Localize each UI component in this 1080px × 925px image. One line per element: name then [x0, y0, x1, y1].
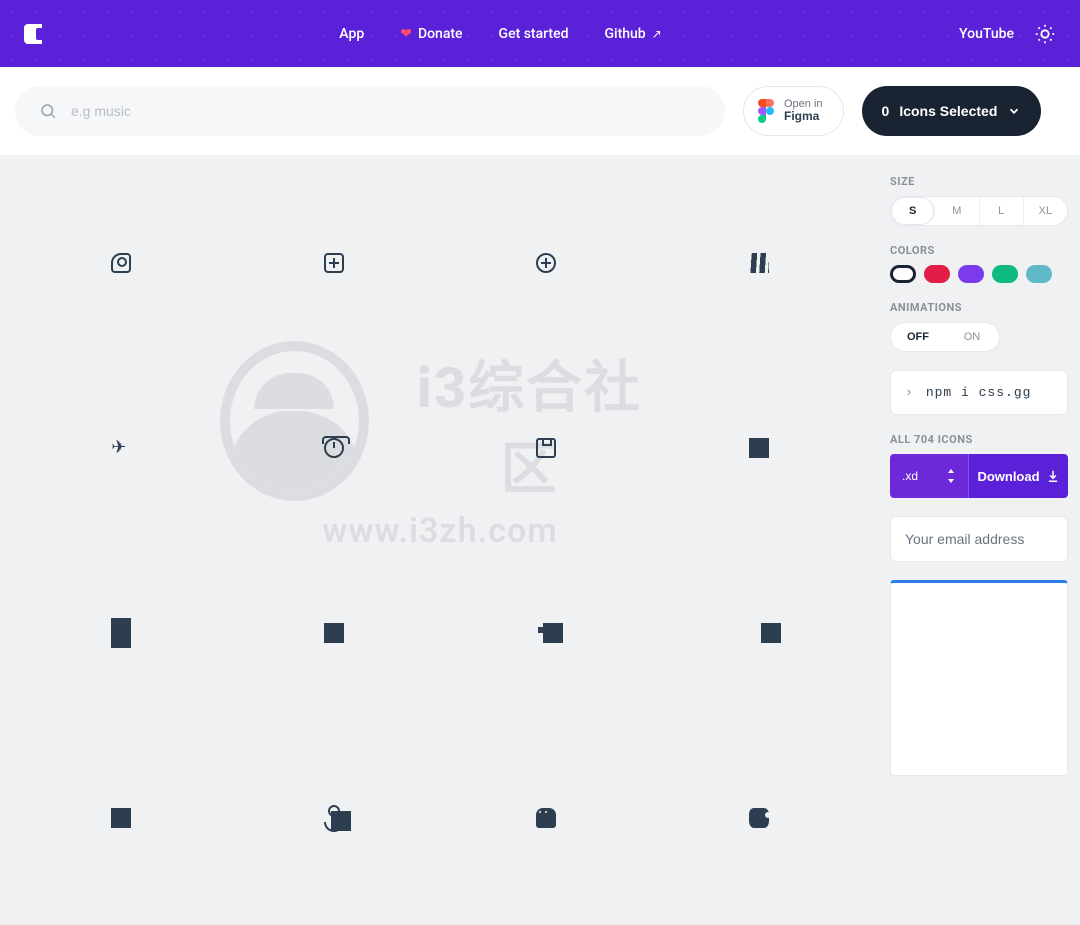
embed-panel[interactable]	[890, 580, 1068, 776]
nav-get-started[interactable]: Get started	[499, 26, 569, 42]
align-center-icon	[111, 623, 131, 643]
size-l[interactable]: L	[980, 197, 1024, 225]
nav-donate[interactable]: ❤Donate	[400, 26, 462, 42]
icon-add[interactable]	[228, 170, 441, 355]
color-green[interactable]	[992, 265, 1018, 283]
color-purple[interactable]	[958, 265, 984, 283]
color-default[interactable]	[890, 265, 916, 283]
logo-icon[interactable]	[24, 24, 42, 44]
email-input[interactable]	[890, 516, 1068, 562]
abstract-icon	[111, 253, 131, 273]
align-middle-icon	[543, 623, 563, 643]
open-in-figma-button[interactable]: Open in Figma	[743, 86, 844, 136]
nav-app[interactable]: App	[339, 26, 364, 42]
add-icon	[324, 253, 344, 273]
main-nav: App ❤Donate Get started Github↗	[339, 26, 661, 42]
size-selector: S M L XL	[890, 196, 1068, 226]
airplane-icon	[111, 438, 131, 458]
sort-icon	[946, 469, 956, 483]
icon-android[interactable]	[440, 725, 653, 910]
color-red[interactable]	[924, 265, 950, 283]
right-nav: YouTube	[959, 23, 1056, 45]
anim-on[interactable]: ON	[945, 323, 999, 351]
adidas-icon	[749, 253, 769, 273]
icon-align-right[interactable]	[653, 540, 866, 725]
selected-label: Icons Selected	[899, 103, 997, 119]
album-icon	[536, 438, 556, 458]
search-wrap[interactable]	[15, 86, 725, 136]
icon-add-r[interactable]	[440, 170, 653, 355]
search-input[interactable]	[71, 103, 701, 119]
anim-off[interactable]: OFF	[891, 323, 945, 351]
icon-abstract[interactable]	[15, 170, 228, 355]
add-r-icon	[536, 253, 556, 273]
selected-count: 0	[882, 103, 890, 119]
icon-adidas[interactable]	[653, 170, 866, 355]
nav-github[interactable]: Github↗	[604, 26, 661, 42]
size-xl[interactable]: XL	[1024, 197, 1067, 225]
npm-text: npm i css.gg	[926, 385, 1032, 400]
download-row: .xd Download	[890, 454, 1068, 498]
colors-label: COLORS	[890, 244, 1068, 257]
format-select[interactable]: .xd	[890, 454, 968, 498]
animations-label: ANIMATIONS	[890, 301, 1068, 314]
download-button[interactable]: Download	[968, 454, 1068, 498]
animation-toggle: OFF ON	[890, 322, 1000, 352]
icon-apple[interactable]	[653, 725, 866, 910]
theme-toggle-icon[interactable]	[1034, 23, 1056, 45]
icons-selected-button[interactable]: 0 Icons Selected	[862, 86, 1042, 136]
icon-airplane[interactable]	[15, 355, 228, 540]
apple-icon	[749, 808, 769, 828]
figma-icon	[758, 99, 774, 123]
alarm-icon	[324, 438, 344, 458]
all-icons-label: ALL 704 ICONS	[890, 433, 1068, 446]
icon-album[interactable]	[440, 355, 653, 540]
icon-anchor[interactable]	[228, 725, 441, 910]
align-right-icon	[761, 623, 781, 643]
figma-line2: Figma	[784, 110, 823, 123]
nav-youtube[interactable]: YouTube	[959, 26, 1014, 42]
icon-align-center[interactable]	[15, 540, 228, 725]
align-left-icon	[324, 623, 344, 643]
icon-alarm[interactable]	[228, 355, 441, 540]
android-icon	[536, 808, 556, 828]
color-teal[interactable]	[1026, 265, 1052, 283]
icon-grid-area: i3综合社区 www.i3zh.com	[0, 155, 880, 821]
sidebar: SIZE S M L XL COLORS ANIMATIONS OFF ON	[880, 155, 1080, 821]
toolbar: Open in Figma 0 Icons Selected	[0, 67, 1080, 155]
size-s[interactable]: S	[891, 197, 935, 225]
size-m[interactable]: M	[935, 197, 979, 225]
align-top-icon	[111, 808, 131, 828]
color-selector	[890, 265, 1068, 283]
icon-align-bottom[interactable]	[653, 355, 866, 540]
align-bottom-icon	[749, 438, 769, 458]
icon-align-left[interactable]	[228, 540, 441, 725]
search-icon	[39, 102, 57, 120]
prompt-icon: ›	[905, 385, 914, 400]
icon-align-middle[interactable]	[440, 540, 653, 725]
size-label: SIZE	[890, 175, 1068, 188]
heart-icon: ❤	[400, 26, 412, 42]
chevron-down-icon	[1007, 104, 1021, 118]
icon-align-top[interactable]	[15, 725, 228, 910]
download-icon	[1046, 469, 1060, 483]
top-nav: App ❤Donate Get started Github↗ YouTube	[0, 0, 1080, 67]
npm-command[interactable]: › npm i css.gg	[890, 370, 1068, 415]
external-link-icon: ↗	[652, 27, 662, 41]
